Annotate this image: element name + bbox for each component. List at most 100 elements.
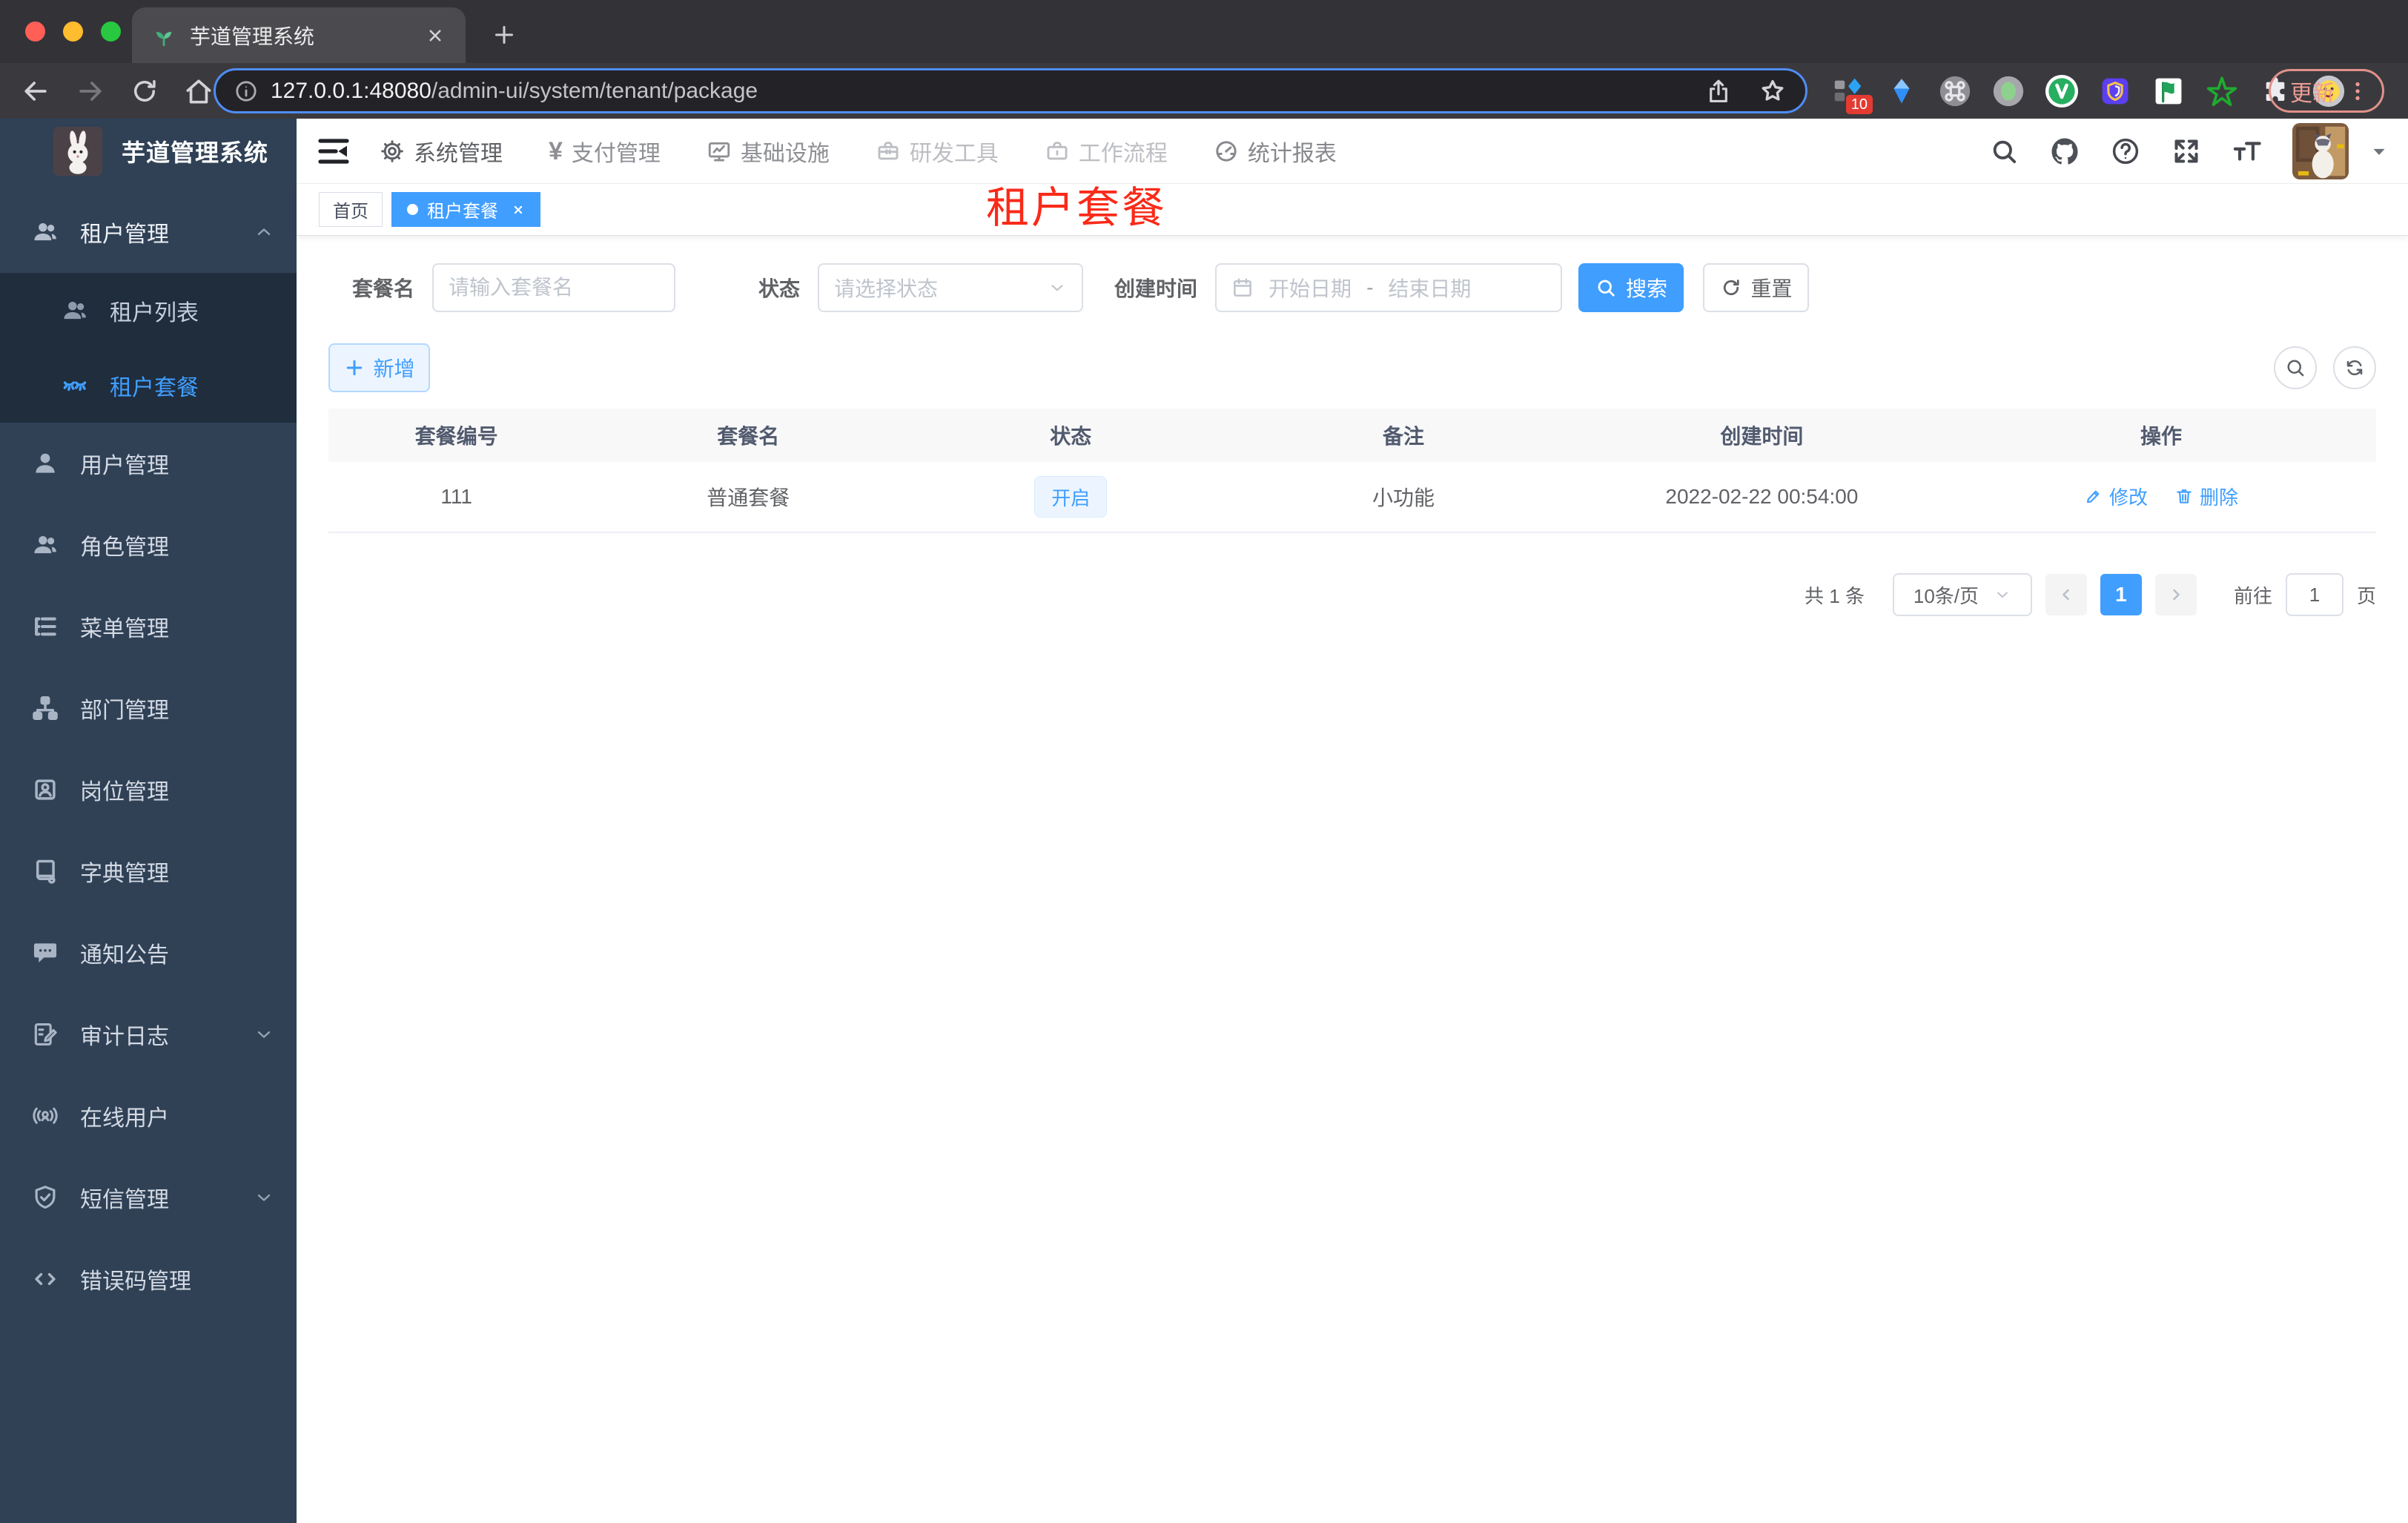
nav-item-system[interactable]: 系统管理 <box>380 135 503 168</box>
window-minimize-button[interactable] <box>63 22 83 42</box>
fullscreen-icon[interactable] <box>2171 136 2202 167</box>
extension-gem-icon[interactable] <box>1885 74 1919 108</box>
window-close-button[interactable] <box>25 22 45 42</box>
org-chart-icon <box>33 696 58 720</box>
chevron-right-icon <box>2173 589 2180 601</box>
browser-update-button[interactable]: 更新 <box>2269 69 2384 113</box>
prev-page-button[interactable] <box>2045 574 2087 615</box>
extension-command-icon[interactable] <box>1938 74 1972 108</box>
reload-button[interactable] <box>129 76 160 107</box>
sidebar-item-dict-management[interactable]: 字典管理 <box>0 830 297 912</box>
cell-package-id: 111 <box>440 485 472 508</box>
sidebar-item-post-management[interactable]: 岗位管理 <box>0 749 297 830</box>
app-logo[interactable]: 芋道管理系统 <box>0 119 297 184</box>
github-icon[interactable] <box>2049 136 2080 167</box>
sidebar-item-sms-management[interactable]: 短信管理 <box>0 1157 297 1238</box>
announcement-icon <box>33 943 57 962</box>
reset-button[interactable]: 重置 <box>1703 263 1810 312</box>
app-title: 芋道管理系统 <box>122 139 269 166</box>
sidebar-collapse-icon[interactable] <box>316 133 351 169</box>
sidebar-item-tenant-management[interactable]: 租户管理 <box>0 191 297 273</box>
help-icon[interactable] <box>2110 136 2141 167</box>
header-search-icon[interactable] <box>1988 136 2020 167</box>
sidebar-item-notice[interactable]: 通知公告 <box>0 912 297 994</box>
nav-item-label: 系统管理 <box>414 141 503 166</box>
status-select[interactable]: 请选择状态 <box>818 263 1084 312</box>
url-host: 127.0.0.1:48080 <box>271 78 431 103</box>
eyelash-icon <box>63 380 87 391</box>
site-info-icon[interactable] <box>234 79 259 104</box>
sidebar-item-audit-log[interactable]: 审计日志 <box>0 994 297 1075</box>
address-bar[interactable]: 127.0.0.1:48080/admin-ui/system/tenant/p… <box>214 68 1807 113</box>
browser-tab[interactable]: 芋道管理系统 <box>132 7 466 63</box>
package-name-input[interactable] <box>432 263 676 312</box>
sidebar-item-menu-management[interactable]: 菜单管理 <box>0 586 297 667</box>
reset-button-label: 重置 <box>1750 277 1793 300</box>
toggle-search-button[interactable] <box>2274 346 2317 389</box>
id-badge-icon <box>35 779 56 800</box>
search-icon <box>2287 360 2304 377</box>
avatar-caret-down-icon[interactable] <box>2368 140 2390 162</box>
sidebar-item-dept-management[interactable]: 部门管理 <box>0 667 297 749</box>
nav-item-reports[interactable]: 统计报表 <box>1214 135 1337 168</box>
menu-tree-icon <box>35 617 56 636</box>
sidebar-item-label: 租户管理 <box>80 222 169 247</box>
user-avatar[interactable] <box>2292 122 2349 179</box>
sidebar-item-user-management[interactable]: 用户管理 <box>0 423 297 504</box>
window-controls <box>25 22 121 42</box>
search-button-label: 搜索 <box>1626 277 1668 300</box>
nav-item-label: 研发工具 <box>909 141 999 166</box>
extension-v-icon[interactable] <box>2045 74 2079 108</box>
status-badge: 开启 <box>1034 476 1108 518</box>
search-button[interactable]: 搜索 <box>1578 263 1684 312</box>
share-icon[interactable] <box>1704 77 1733 105</box>
nav-item-infrastructure[interactable]: 基础设施 <box>707 135 830 168</box>
sidebar-item-role-management[interactable]: 角色管理 <box>0 504 297 586</box>
extension-flag-icon[interactable] <box>2151 74 2186 108</box>
add-button[interactable]: 新增 <box>328 343 430 392</box>
extension-shield-icon[interactable] <box>2098 74 2132 108</box>
new-tab-button[interactable] <box>486 16 523 53</box>
sidebar-item-error-code[interactable]: 错误码管理 <box>0 1238 297 1320</box>
tag-tenant-package[interactable]: 租户套餐 <box>391 192 540 227</box>
nav-item-workflow[interactable]: 工作流程 <box>1045 135 1168 168</box>
edit-link[interactable]: 修改 <box>2084 483 2148 510</box>
status-label: 状态 <box>758 277 801 300</box>
sidebar-item-label: 在线用户 <box>80 1106 169 1131</box>
date-range-picker[interactable]: 开始日期 - 结束日期 <box>1215 263 1563 312</box>
sidebar-item-label: 部门管理 <box>80 698 169 723</box>
tab-close-icon[interactable] <box>424 24 446 47</box>
chevron-down-icon <box>257 1194 271 1201</box>
bookmark-star-icon[interactable] <box>1758 76 1787 106</box>
window-zoom-button[interactable] <box>101 22 121 42</box>
back-button[interactable] <box>19 75 52 108</box>
tag-home[interactable]: 首页 <box>319 192 383 227</box>
sidebar-item-online-users[interactable]: 在线用户 <box>0 1075 297 1157</box>
home-button[interactable] <box>182 75 215 108</box>
sidebar-item-label: 租户列表 <box>110 300 199 326</box>
font-size-icon[interactable] <box>2232 136 2263 167</box>
edit-pencil-icon <box>2086 490 2100 503</box>
chevron-down-icon <box>257 1031 271 1038</box>
page-size-value: 10条/页 <box>1913 584 1979 607</box>
goto-page-input[interactable] <box>2285 573 2344 616</box>
browser-menu-dots-icon[interactable] <box>2348 79 2367 103</box>
users-icon <box>34 535 56 554</box>
nav-item-payment[interactable]: ¥ 支付管理 <box>549 135 661 168</box>
page-number-button[interactable]: 1 <box>2100 574 2142 615</box>
extension-green-dot-icon[interactable] <box>1991 74 2025 108</box>
nav-item-label: 统计报表 <box>1247 141 1337 166</box>
extension-star-icon[interactable] <box>2205 74 2239 108</box>
trash-icon <box>2177 489 2192 503</box>
sidebar-item-tenant-list[interactable]: 租户列表 <box>0 273 297 348</box>
delete-link[interactable]: 删除 <box>2174 483 2238 510</box>
tag-close-icon[interactable] <box>510 202 526 218</box>
nav-item-dev-tools[interactable]: 研发工具 <box>876 135 999 168</box>
sidebar-item-tenant-package[interactable]: 租户套餐 <box>0 348 297 423</box>
tags-view-bar: 首页 租户套餐 租户套餐 <box>297 184 2408 236</box>
extension-pin-icon[interactable]: 10 <box>1831 74 1873 114</box>
refresh-table-button[interactable] <box>2333 346 2376 389</box>
next-page-button[interactable] <box>2154 574 2197 615</box>
page-size-select[interactable]: 10条/页 <box>1892 573 2032 616</box>
forward-button[interactable] <box>74 75 107 108</box>
